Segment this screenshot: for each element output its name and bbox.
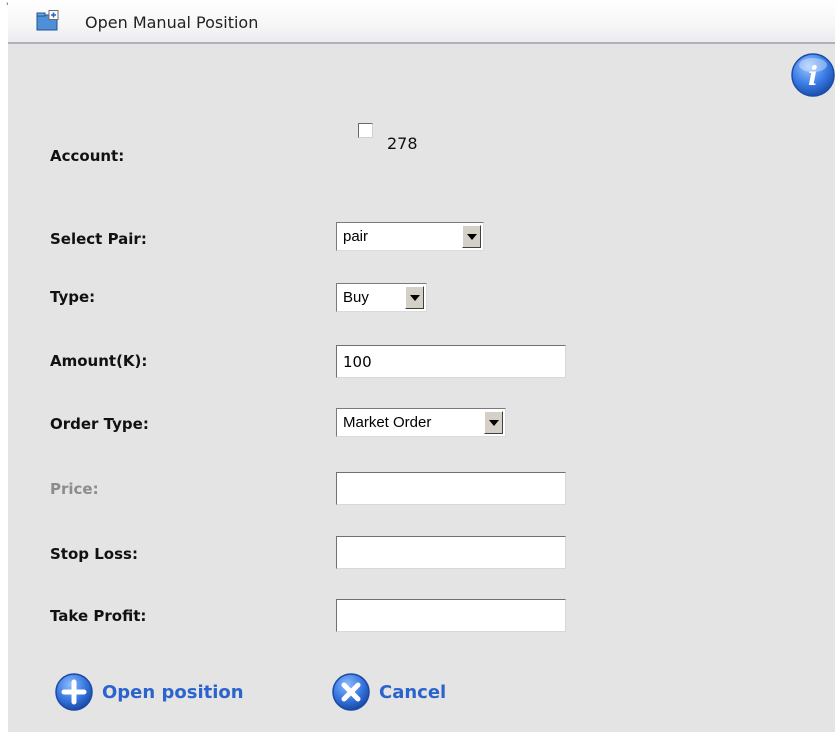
svg-text:i: i xyxy=(808,62,818,92)
corner-mark: ' xyxy=(6,2,9,12)
type-select-value: Buy xyxy=(343,289,369,306)
type-select[interactable]: Buy xyxy=(336,283,427,312)
order-type-select[interactable]: Market Order xyxy=(336,408,506,437)
price-input xyxy=(336,472,566,505)
amount-input[interactable] xyxy=(336,345,566,378)
account-checkbox[interactable] xyxy=(358,123,373,138)
open-position-label: Open position xyxy=(102,681,244,703)
account-label: Account: xyxy=(50,147,125,165)
open-manual-position-dialog: ' Open Manual Position i Account: 278 Se… xyxy=(6,0,835,732)
price-label: Price: xyxy=(50,480,99,498)
dialog-titlebar: ' Open Manual Position xyxy=(6,0,835,44)
cancel-label: Cancel xyxy=(379,681,447,703)
chevron-down-icon[interactable] xyxy=(405,286,424,309)
info-icon[interactable]: i xyxy=(790,52,835,98)
amount-label: Amount(K): xyxy=(50,352,148,370)
x-circle-icon xyxy=(332,673,370,711)
chevron-down-icon[interactable] xyxy=(484,411,503,434)
stop-loss-label: Stop Loss: xyxy=(50,545,138,563)
pair-select[interactable]: pair xyxy=(336,222,484,251)
pair-select-value: pair xyxy=(343,228,369,245)
take-profit-input[interactable] xyxy=(336,599,566,632)
take-profit-label: Take Profit: xyxy=(50,607,147,625)
chevron-down-icon[interactable] xyxy=(462,225,481,248)
type-label: Type: xyxy=(50,288,96,306)
folder-add-icon xyxy=(36,10,59,31)
order-type-label: Order Type: xyxy=(50,415,149,433)
select-pair-label: Select Pair: xyxy=(50,230,147,248)
account-option-label: 278 xyxy=(387,134,418,153)
order-type-select-value: Market Order xyxy=(343,414,432,431)
cancel-button[interactable]: Cancel xyxy=(331,672,446,712)
open-position-button[interactable]: Open position xyxy=(54,672,244,712)
plus-circle-icon xyxy=(55,673,93,711)
stop-loss-input[interactable] xyxy=(336,536,566,569)
dialog-title: Open Manual Position xyxy=(85,13,259,32)
